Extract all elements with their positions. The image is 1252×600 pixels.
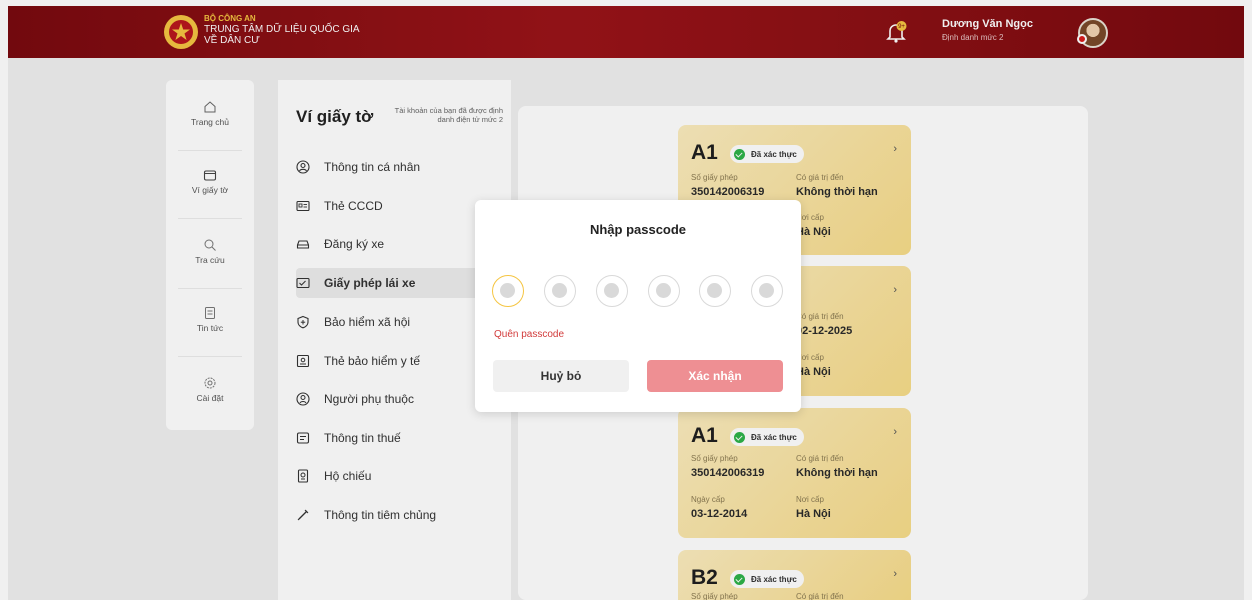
passcode-digit-4[interactable]: [648, 275, 680, 307]
cancel-button[interactable]: Huỷ bỏ: [493, 360, 629, 392]
passcode-digit-6[interactable]: [751, 275, 783, 307]
dialog-title: Nhập passcode: [589, 222, 687, 237]
passcode-digit-5[interactable]: [699, 275, 731, 307]
passcode-digit-1[interactable]: [492, 275, 524, 307]
forgot-passcode-link[interactable]: Quên passcode: [494, 329, 564, 340]
passcode-digit-2[interactable]: [544, 275, 576, 307]
passcode-dialog: Nhập passcode Quên passcode Huỷ bỏ Xác n…: [475, 200, 801, 412]
confirm-button[interactable]: Xác nhận: [647, 360, 783, 392]
passcode-digit-3[interactable]: [596, 275, 628, 307]
